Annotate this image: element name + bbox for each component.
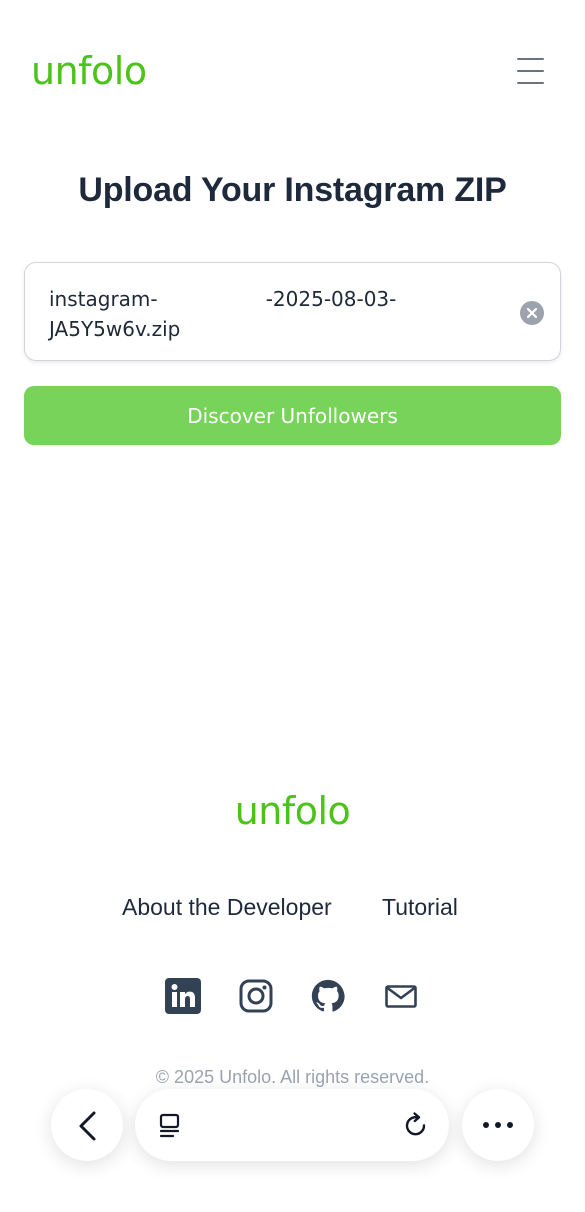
github-icon[interactable] (309, 977, 347, 1015)
clear-circle-icon[interactable] (520, 301, 544, 325)
linkedin-icon[interactable] (164, 977, 202, 1015)
file-name-line-1: instagram- -2025-08-03- (49, 287, 397, 311)
browser-toolbar (0, 1085, 585, 1212)
brand-logo[interactable]: unfolo (31, 46, 147, 96)
about-developer-link[interactable]: About the Developer (122, 890, 332, 924)
back-icon[interactable] (51, 1089, 123, 1161)
file-name-line-2: JA5Y5w6v.zip (49, 317, 181, 341)
mail-icon[interactable] (382, 977, 420, 1015)
address-pill[interactable] (135, 1089, 449, 1161)
selected-file-box[interactable]: instagram- -2025-08-03- JA5Y5w6v.zip (24, 262, 561, 361)
discover-unfollowers-button[interactable]: Discover Unfollowers (24, 386, 561, 445)
tutorial-link[interactable]: Tutorial (382, 890, 458, 924)
more-icon[interactable] (462, 1089, 534, 1161)
hamburger-menu-icon[interactable] (512, 54, 550, 90)
footer-logo[interactable]: unfolo (0, 786, 585, 836)
reload-icon[interactable] (401, 1111, 431, 1141)
tabs-icon[interactable] (155, 1111, 185, 1141)
site-header: unfolo (0, 0, 585, 140)
file-name: instagram- -2025-08-03- JA5Y5w6v.zip (49, 284, 469, 344)
page-title: Upload Your Instagram ZIP (78, 171, 507, 209)
instagram-icon[interactable] (237, 977, 275, 1015)
